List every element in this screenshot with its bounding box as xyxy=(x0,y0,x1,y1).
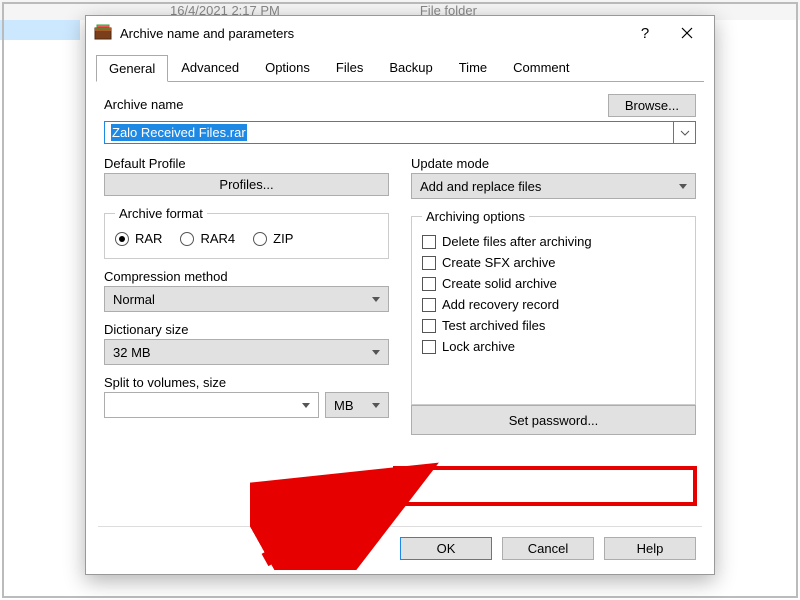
radio-zip[interactable]: ZIP xyxy=(253,231,293,246)
update-mode-label: Update mode xyxy=(411,156,696,171)
split-size-combo[interactable] xyxy=(104,392,319,418)
archive-format-legend: Archive format xyxy=(115,206,207,221)
browse-button[interactable]: Browse... xyxy=(608,94,696,117)
explorer-selection xyxy=(0,20,80,40)
split-unit-combo[interactable]: MB xyxy=(325,392,389,418)
check-test[interactable]: Test archived files xyxy=(422,318,685,333)
tab-advanced[interactable]: Advanced xyxy=(168,54,252,81)
tab-general[interactable]: General xyxy=(96,55,168,82)
chevron-down-icon xyxy=(680,130,690,136)
titlebar: Archive name and parameters ? xyxy=(86,16,714,50)
tab-strip: General Advanced Options Files Backup Ti… xyxy=(86,54,714,81)
dialog-footer: OK Cancel Help xyxy=(86,527,714,574)
tab-backup[interactable]: Backup xyxy=(376,54,445,81)
archiving-options-group: Archiving options Delete files after arc… xyxy=(411,209,696,405)
chevron-down-icon xyxy=(372,350,380,355)
archive-name-dropdown[interactable] xyxy=(674,121,696,144)
ok-button[interactable]: OK xyxy=(400,537,492,560)
chevron-down-icon xyxy=(302,403,310,408)
profiles-button[interactable]: Profiles... xyxy=(104,173,389,196)
check-delete-after[interactable]: Delete files after archiving xyxy=(422,234,685,249)
update-mode-combo[interactable]: Add and replace files xyxy=(411,173,696,199)
split-unit-value: MB xyxy=(334,398,354,413)
set-password-button[interactable]: Set password... xyxy=(411,405,696,435)
chevron-down-icon xyxy=(372,297,380,302)
check-sfx[interactable]: Create SFX archive xyxy=(422,255,685,270)
archive-dialog: Archive name and parameters ? General Ad… xyxy=(85,15,715,575)
check-lock[interactable]: Lock archive xyxy=(422,339,685,354)
radio-rar4[interactable]: RAR4 xyxy=(180,231,235,246)
split-label: Split to volumes, size xyxy=(104,375,389,390)
tab-comment[interactable]: Comment xyxy=(500,54,582,81)
chevron-down-icon xyxy=(679,184,687,189)
archive-name-value: Zalo Received Files.rar xyxy=(111,124,247,141)
winrar-icon xyxy=(94,24,112,42)
archive-name-label: Archive name xyxy=(104,97,183,112)
archive-name-input[interactable]: Zalo Received Files.rar xyxy=(104,121,674,144)
check-recovery[interactable]: Add recovery record xyxy=(422,297,685,312)
default-profile-label: Default Profile xyxy=(104,156,389,171)
close-icon xyxy=(681,27,693,39)
dictionary-combo[interactable]: 32 MB xyxy=(104,339,389,365)
archive-name-combo[interactable]: Zalo Received Files.rar xyxy=(104,121,696,144)
compression-label: Compression method xyxy=(104,269,389,284)
close-button[interactable] xyxy=(666,19,708,47)
tab-time[interactable]: Time xyxy=(446,54,500,81)
chevron-down-icon xyxy=(372,403,380,408)
cancel-button[interactable]: Cancel xyxy=(502,537,594,560)
tab-options[interactable]: Options xyxy=(252,54,323,81)
archive-format-group: Archive format RAR RAR4 ZIP xyxy=(104,206,389,259)
compression-value: Normal xyxy=(113,292,155,307)
help-button-footer[interactable]: Help xyxy=(604,537,696,560)
compression-combo[interactable]: Normal xyxy=(104,286,389,312)
check-solid[interactable]: Create solid archive xyxy=(422,276,685,291)
radio-rar[interactable]: RAR xyxy=(115,231,162,246)
help-button[interactable]: ? xyxy=(624,19,666,47)
archiving-options-legend: Archiving options xyxy=(422,209,529,224)
tab-files[interactable]: Files xyxy=(323,54,376,81)
tab-content: Archive name Browse... Zalo Received Fil… xyxy=(86,82,714,520)
update-mode-value: Add and replace files xyxy=(420,179,541,194)
dictionary-value: 32 MB xyxy=(113,345,151,360)
dictionary-label: Dictionary size xyxy=(104,322,389,337)
dialog-title: Archive name and parameters xyxy=(120,26,624,41)
